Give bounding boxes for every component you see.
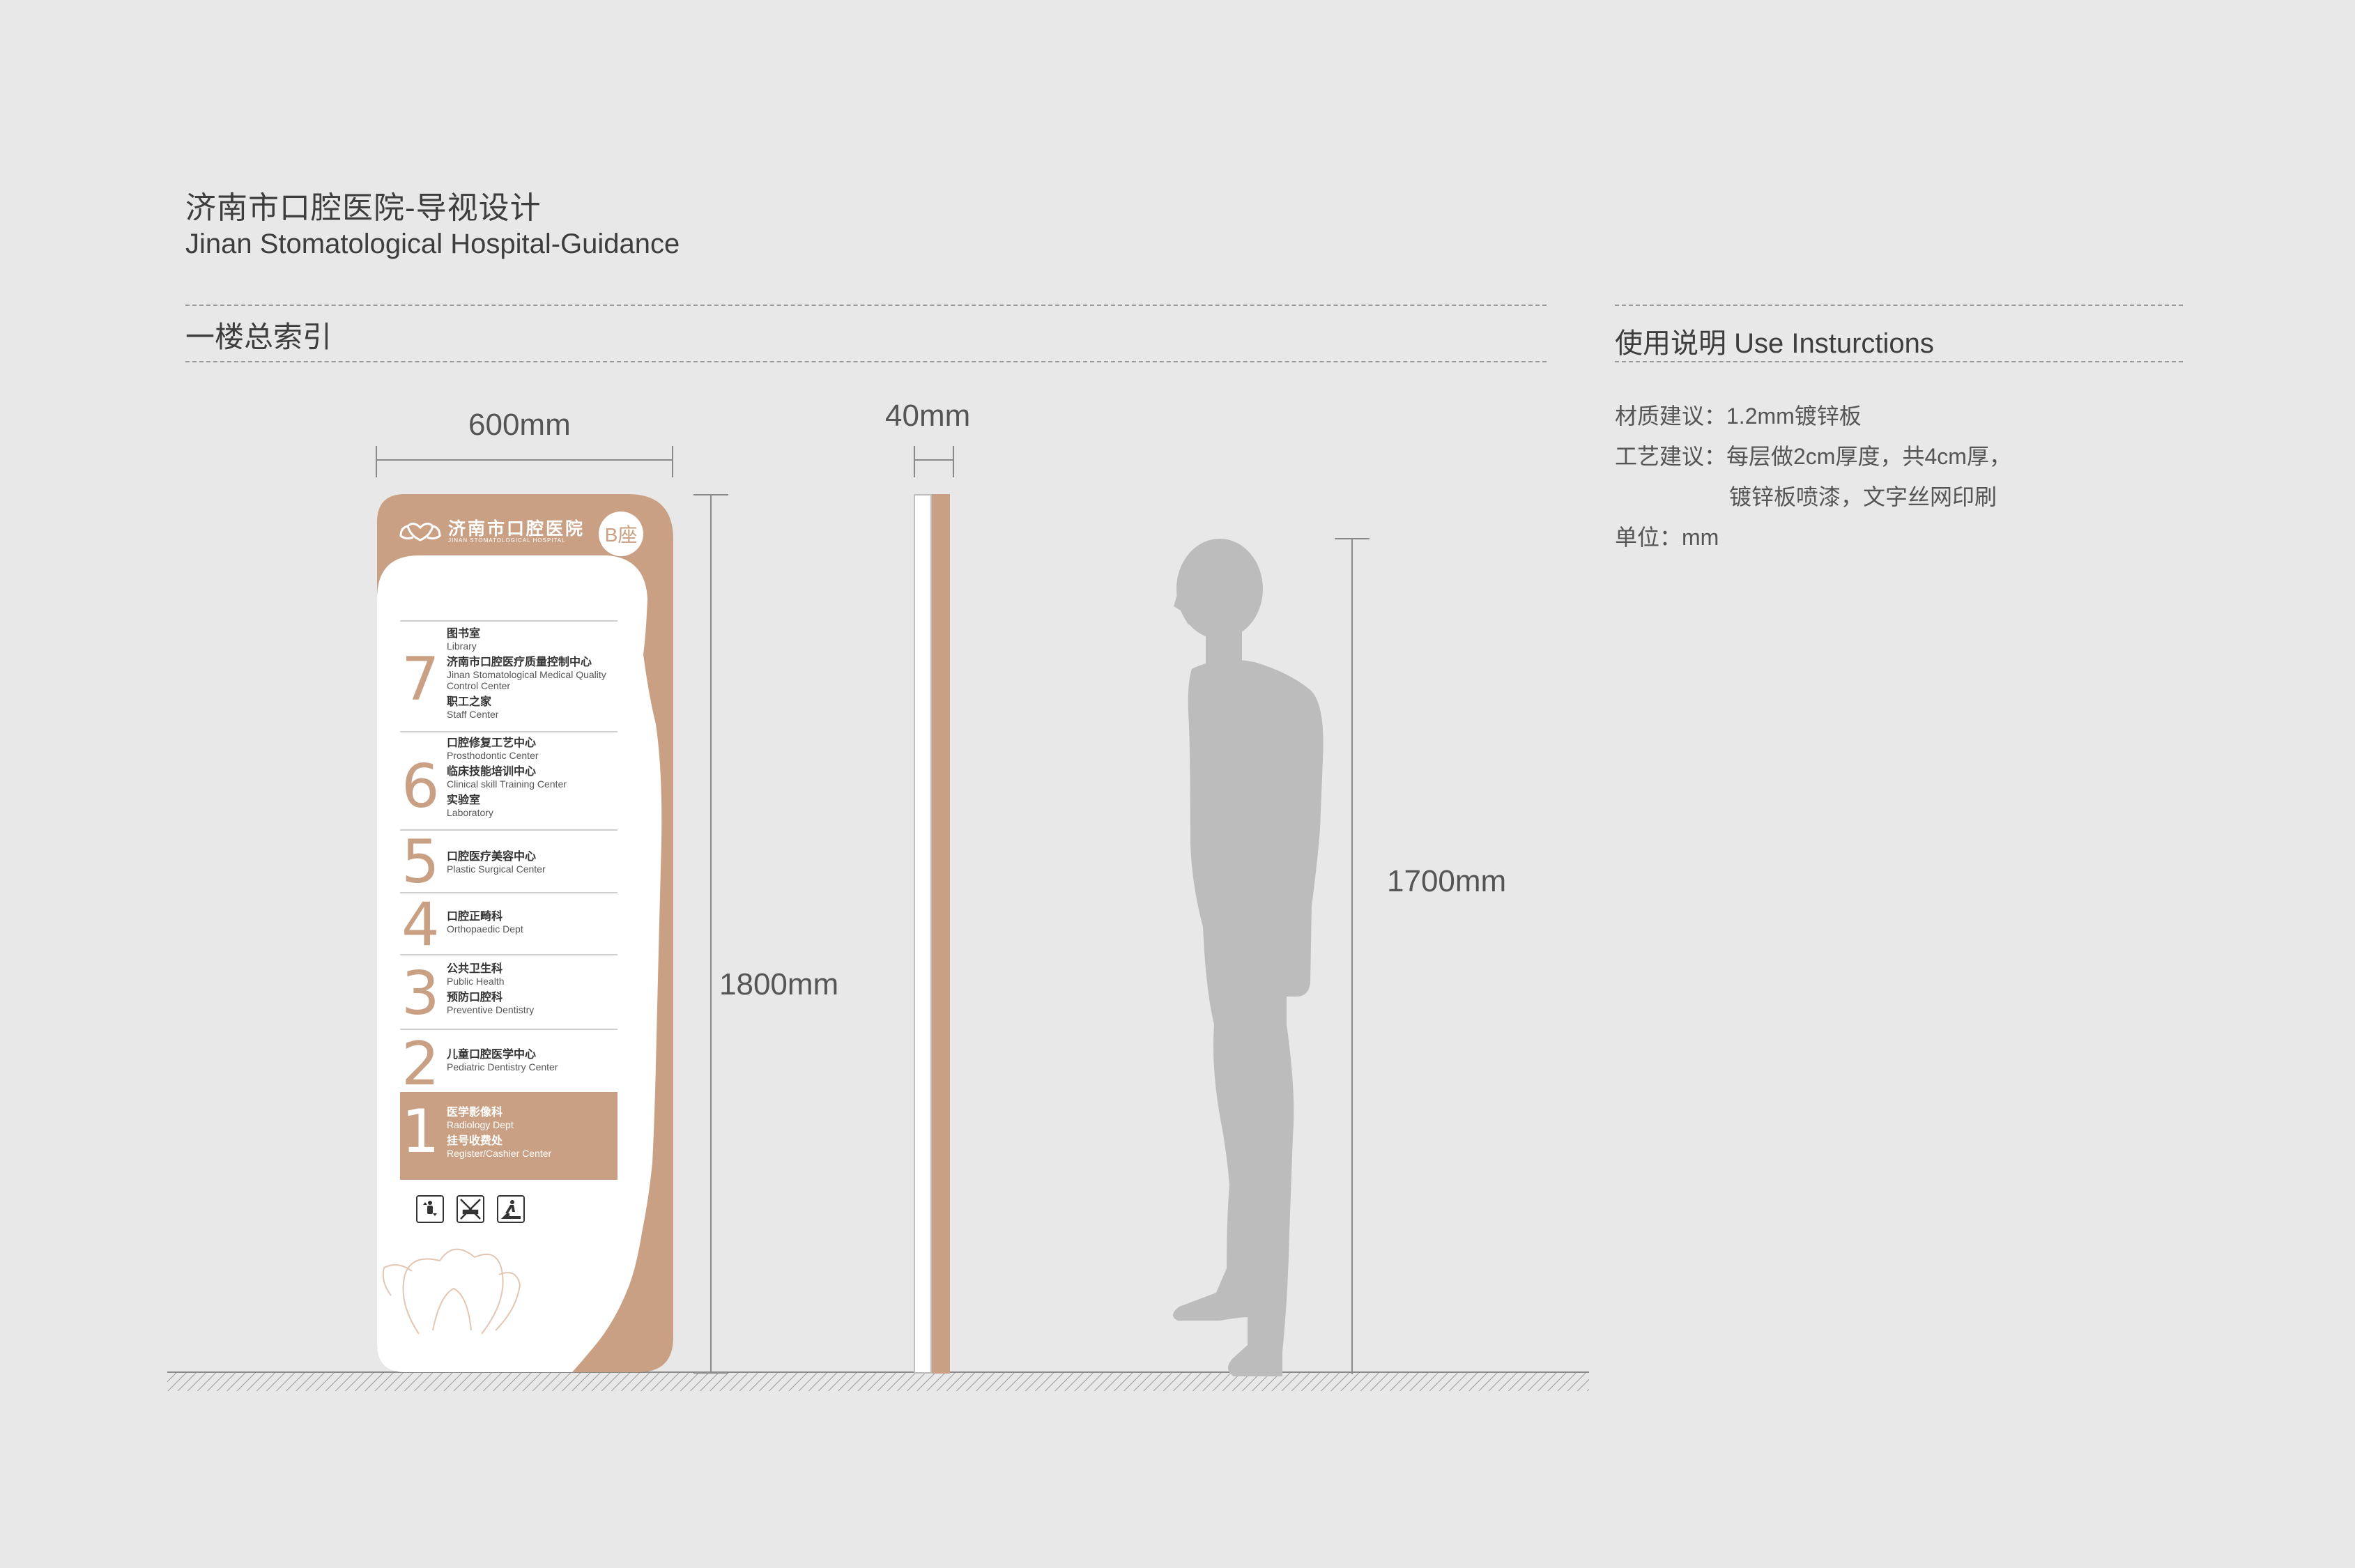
floor-item-en: Laboratory [447,807,493,818]
sign-height-dimension [693,494,728,1374]
floor-item-cn: 济南市口腔医疗质量控制中心 [447,656,592,668]
floor-number: 3 [401,959,440,1029]
usage-process: 工艺建议：每层做2cm厚度，共4cm厚， [1615,444,2011,469]
floor-item-cn: 公共卫生科 [447,963,503,975]
floor-row-6: 6 口腔修复工艺中心 Prosthodontic Center 临床技能培训中心… [400,731,617,829]
floor-item-en: Pediatric Dentistry Center [447,1061,558,1073]
hospital-logo-subtext: JINAN STOMATOLOGICAL HOSPITAL [448,537,566,544]
floor-row-7: 7 图书室 Library 济南市口腔医疗质量控制中心 Jinan Stomat… [400,620,617,730]
floor-item-en: Public Health [447,976,505,987]
floor-item-en: Orthopaedic Dept [447,923,523,935]
page-subtitle: Jinan Stomatological Hospital-Guidance [185,229,680,259]
sign-height-label: 1800mm [719,967,839,1001]
floor-item-en: Radiology Dept [447,1119,514,1130]
floor-item-en: Jinan Stomatological Medical Quality Con… [447,669,606,691]
divider [1615,361,2183,362]
person-silhouette [1172,539,1324,1376]
floor-number: 6 [401,752,440,822]
elevator-icon [416,1195,444,1223]
floor-number: 5 [401,827,440,897]
floor-item-cn: 儿童口腔医学中心 [447,1049,537,1061]
usage-process-cont: 镀锌板喷漆，文字丝网印刷 [1729,484,1997,509]
width-dimension [376,446,673,477]
floor-row-1: 1 医学影像科 Radiology Dept 挂号收费处 Register/Ca… [400,1092,617,1180]
divider [185,305,1547,306]
floor-item-en: Prosthodontic Center [447,750,539,761]
sign-side-profile [914,494,950,1374]
floor-item-cn: 挂号收费处 [447,1135,503,1147]
no-smoking-icon [457,1195,484,1223]
section-title: 一楼总索引 [185,321,332,353]
floor-item-en: Library [447,640,477,652]
floor-item-cn: 口腔医疗美容中心 [447,851,537,863]
thickness-dimension [914,446,954,477]
floor-item-en: Staff Center [447,709,499,720]
floor-item-en: Clinical skill Training Center [447,778,567,790]
floor-row-5: 5 口腔医疗美容中心 Plastic Surgical Center [400,829,617,892]
floor-number: 2 [401,1029,440,1099]
escalator-icon [497,1195,525,1223]
thickness-label: 40mm [885,399,971,433]
floor-item-cn: 口腔修复工艺中心 [447,737,537,749]
floor-number: 1 [401,1097,440,1167]
person-height-dimension [1335,538,1370,1374]
directory-sign: 济南市口腔医院 JINAN STOMATOLOGICAL HOSPITAL B座… [377,494,673,1372]
divider [1615,305,2183,306]
floor-item-cn: 职工之家 [447,696,492,708]
floor-item-cn: 图书室 [447,628,481,640]
ground [167,1371,1589,1391]
floor-row-2: 2 儿童口腔医学中心 Pediatric Dentistry Center [400,1029,617,1099]
usage-title: 使用说明 Use Insturctions [1615,328,1934,359]
floor-row-4: 4 口腔正畸科 Orthopaedic Dept [400,892,617,955]
floor-item-cn: 实验室 [447,794,481,806]
floor-number: 4 [401,890,440,960]
floor-item-en: Plastic Surgical Center [447,863,546,875]
floor-item-en: Register/Cashier Center [447,1148,552,1159]
page-title: 济南市口腔医院-导视设计 [185,191,542,225]
building-badge: B座 [599,512,643,556]
hospital-logo-text: 济南市口腔医院 [448,518,585,539]
floor-item-cn: 预防口腔科 [447,992,503,1004]
divider [185,361,1547,362]
person-height-label: 1700mm [1387,864,1507,898]
floor-number: 7 [401,645,440,714]
hospital-logo-icon [399,523,441,541]
usage-material: 材质建议：1.2mm镀锌板 [1615,403,1862,429]
floor-item-cn: 口腔正畸科 [447,911,503,923]
width-label: 600mm [468,408,571,442]
floor-item-cn: 医学影像科 [447,1107,503,1119]
floor-row-3: 3 公共卫生科 Public Health 预防口腔科 Preventive D… [400,954,617,1029]
floor-item-en: Preventive Dentistry [447,1004,535,1015]
floor-item-cn: 临床技能培训中心 [447,766,537,778]
usage-unit: 单位：mm [1615,525,1719,550]
